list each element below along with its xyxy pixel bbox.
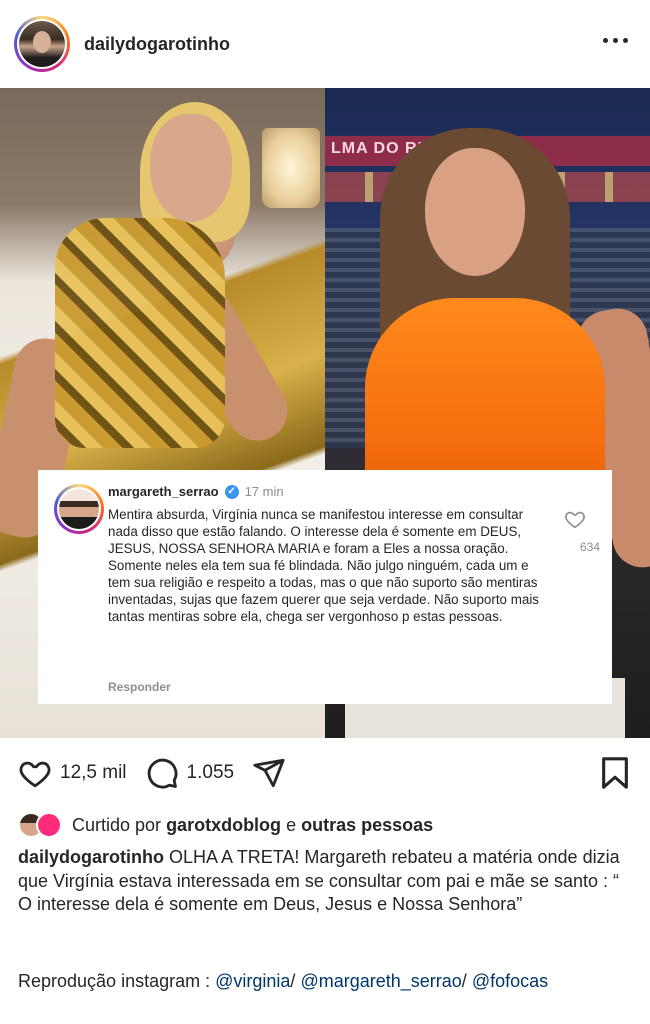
action-bar: 12,5 mil 1.055 xyxy=(0,745,650,801)
caption-credits: Reprodução instagram : @virginia/ @marga… xyxy=(18,970,633,994)
heart-icon[interactable] xyxy=(18,756,52,790)
reply-label: Responder xyxy=(108,680,171,694)
avatar xyxy=(36,812,62,838)
commenter-avatar xyxy=(54,484,104,534)
liked-by-prefix: Curtido por xyxy=(72,814,162,835)
liker-avatars xyxy=(18,812,62,838)
author-username[interactable]: dailydogarotinho xyxy=(84,34,230,55)
bookmark-icon[interactable] xyxy=(600,756,630,795)
more-options-icon[interactable] xyxy=(603,38,628,43)
comment-count[interactable]: 1.055 xyxy=(187,762,235,784)
dot xyxy=(603,38,608,43)
lamp xyxy=(262,128,320,208)
liked-by-conjunction: e xyxy=(286,814,297,835)
comment-icon[interactable] xyxy=(145,756,179,790)
post-header: dailydogarotinho xyxy=(0,0,650,88)
comment-action[interactable]: 1.055 xyxy=(145,756,235,790)
mention-link[interactable]: @fofocas xyxy=(472,971,548,991)
author-avatar[interactable] xyxy=(14,16,70,72)
comment-text: Mentira absurda, Virgínia nunca se manif… xyxy=(108,507,539,624)
liked-by-user[interactable]: garotxdoblog xyxy=(166,815,281,836)
comment-like-count: 634 xyxy=(579,540,600,554)
heart-outline-icon xyxy=(565,511,585,529)
credits-prefix: Reprodução instagram : xyxy=(18,971,211,991)
liked-by[interactable]: Curtido por garotxdoblog e outras pessoa… xyxy=(18,812,433,838)
comment-card: margareth_serrao ✓ 17 min Mentira absurd… xyxy=(38,470,612,704)
bookmark-outline-icon[interactable] xyxy=(600,756,630,790)
avatar-image xyxy=(19,21,65,67)
heart-icon xyxy=(560,508,590,535)
separator: / xyxy=(461,971,467,991)
post-image[interactable]: LMA DO RIO ESTÁ AC margareth_serrao ✓ 17… xyxy=(0,88,650,738)
separator: / xyxy=(290,971,296,991)
liked-by-others[interactable]: outras pessoas xyxy=(301,815,433,836)
comment-time: 17 min xyxy=(244,484,284,499)
like-count[interactable]: 12,5 mil xyxy=(60,762,127,784)
commenter-username: margareth_serrao xyxy=(108,484,219,499)
gold-dress xyxy=(55,218,225,448)
avatar-frame xyxy=(57,487,101,531)
avatar-frame xyxy=(17,19,67,69)
face xyxy=(425,148,525,276)
caption: dailydogarotinho OLHA A TRETA! Margareth… xyxy=(18,846,633,917)
dot xyxy=(613,38,618,43)
comment-header: margareth_serrao ✓ 17 min xyxy=(108,484,284,499)
share-action[interactable] xyxy=(252,756,286,790)
mention-link[interactable]: @margareth_serrao xyxy=(300,971,461,991)
caption-username[interactable]: dailydogarotinho xyxy=(18,847,164,867)
dot xyxy=(623,38,628,43)
verified-icon: ✓ xyxy=(224,484,239,499)
face xyxy=(150,114,232,222)
like-action[interactable]: 12,5 mil xyxy=(18,756,127,790)
mention-link[interactable]: @virginia xyxy=(215,971,290,991)
send-icon[interactable] xyxy=(252,756,286,790)
avatar-image xyxy=(59,489,99,529)
